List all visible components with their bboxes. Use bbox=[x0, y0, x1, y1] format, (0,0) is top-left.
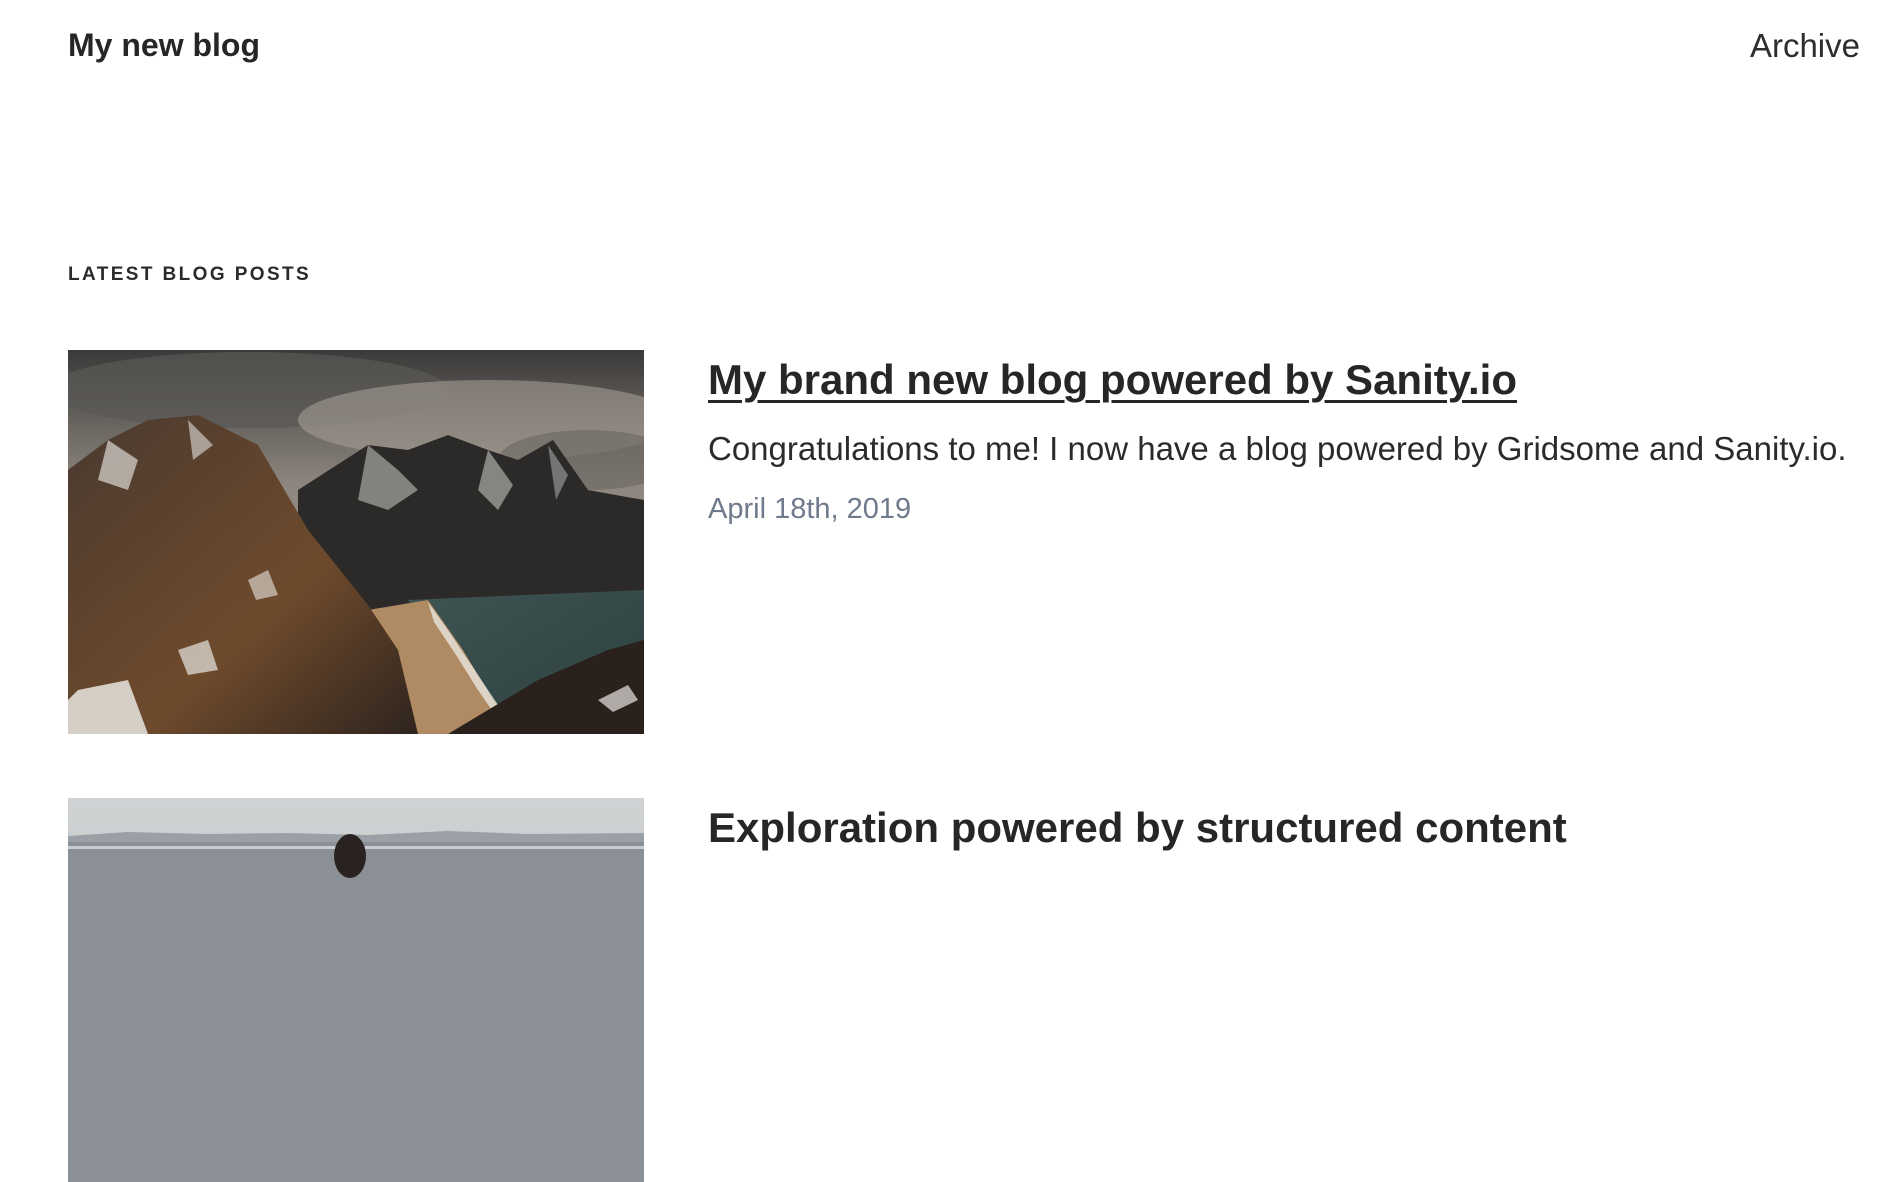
post-date: April 18th, 2019 bbox=[708, 493, 912, 526]
post-title: My brand new blog powered by Sanity.io bbox=[708, 350, 1858, 401]
post-title-link[interactable]: Exploration powered by structured conten… bbox=[708, 804, 1567, 851]
post-thumbnail-link[interactable] bbox=[68, 798, 644, 1182]
post-title: Exploration powered by structured conten… bbox=[708, 798, 1858, 849]
post-body: My brand new blog powered by Sanity.io C… bbox=[708, 350, 1858, 526]
mountain-coast-photo bbox=[68, 350, 644, 734]
nav-archive-link[interactable]: Archive bbox=[1750, 27, 1860, 65]
site-title-link[interactable]: My new blog bbox=[68, 27, 260, 64]
post-body: Exploration powered by structured conten… bbox=[708, 798, 1858, 849]
post-title-link[interactable]: My brand new blog powered by Sanity.io bbox=[708, 356, 1517, 403]
site-header: My new blog Archive bbox=[0, 0, 1878, 100]
post-card: My brand new blog powered by Sanity.io C… bbox=[68, 350, 1858, 734]
section-heading: LATEST BLOG POSTS bbox=[68, 264, 312, 285]
post-thumbnail-link[interactable] bbox=[68, 350, 644, 734]
post-excerpt: Congratulations to me! I now have a blog… bbox=[708, 430, 1847, 467]
person-on-beach-photo bbox=[68, 798, 644, 1182]
post-card: Exploration powered by structured conten… bbox=[68, 798, 1858, 1182]
